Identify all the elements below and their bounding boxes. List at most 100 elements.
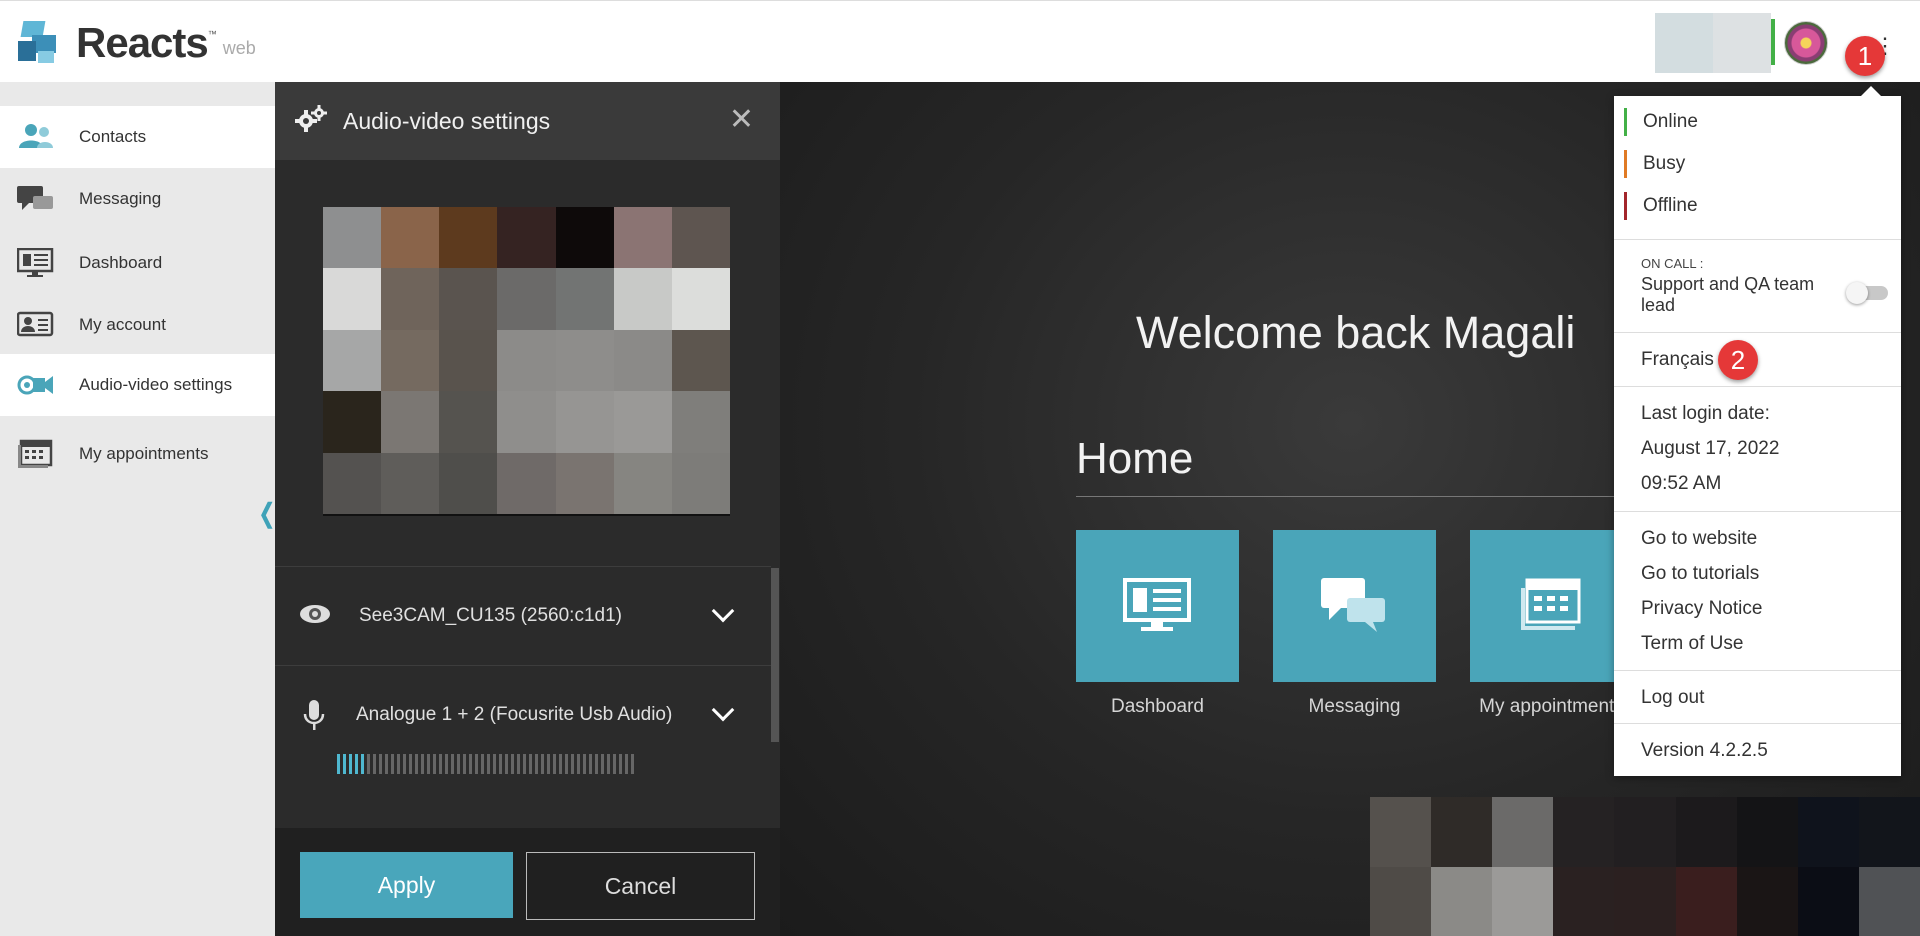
mic-level-segment — [577, 754, 580, 774]
mic-level-segment — [367, 754, 370, 774]
camera-name: See3CAM_CU135 (2560:c1d1) — [359, 605, 622, 626]
camera-icon — [17, 370, 55, 400]
panel-scrollbar[interactable] — [771, 568, 779, 742]
mic-level-segment — [457, 754, 460, 774]
panel-footer: Apply Cancel — [275, 828, 780, 936]
status-label: Offline — [1643, 195, 1698, 216]
tile-messaging[interactable] — [1273, 530, 1436, 682]
sidebar: Contacts Messaging Dashboard My account … — [0, 82, 278, 936]
sidebar-item-my-appointments[interactable]: My appointments — [0, 423, 275, 485]
mic-level-segment — [397, 754, 400, 774]
mic-level-segment — [373, 754, 376, 774]
welcome-message: Welcome back Magali — [1136, 307, 1576, 358]
menu-divider — [1614, 332, 1901, 333]
microphone-select[interactable]: Analogue 1 + 2 (Focusrite Usb Audio) — [275, 665, 771, 811]
tile-label: My appointments — [1479, 696, 1624, 717]
apply-button[interactable]: Apply — [300, 852, 513, 918]
mic-level-segment — [361, 754, 364, 774]
camera-select[interactable]: See3CAM_CU135 (2560:c1d1) — [275, 566, 771, 665]
sidebar-item-label: Audio-video settings — [79, 375, 233, 394]
panel-title: Audio-video settings — [343, 107, 551, 134]
camera-preview — [323, 207, 730, 516]
last-login-time: 09:52 AM — [1641, 473, 1722, 494]
chevron-down-icon[interactable] — [711, 599, 735, 623]
chevron-down-icon[interactable] — [711, 698, 735, 722]
settings-gears-icon — [295, 104, 327, 138]
mic-level-segment — [541, 754, 544, 774]
mic-level-segment — [487, 754, 490, 774]
privacy-notice-link[interactable]: Privacy Notice — [1641, 598, 1762, 620]
on-call-value: Support and QA team lead — [1641, 274, 1815, 315]
menu-divider — [1614, 511, 1901, 512]
reacts-logo[interactable]: Reacts ™ web — [18, 19, 256, 65]
logo-sub: web — [222, 38, 256, 58]
dashboard-icon — [1123, 578, 1191, 639]
video-preview-blurred — [1370, 797, 1920, 936]
sidebar-item-label: My appointments — [79, 444, 209, 463]
status-label: Busy — [1643, 153, 1686, 174]
status-indicator — [1771, 19, 1775, 65]
version-text: Version 4.2.2.5 — [1641, 740, 1768, 761]
mic-level-segment — [349, 754, 352, 774]
title-divider — [1076, 496, 1616, 497]
sidebar-item-dashboard[interactable]: Dashboard — [0, 232, 275, 294]
mic-level-segment — [559, 754, 562, 774]
self-video-thumbnail[interactable] — [1655, 13, 1771, 73]
avatar[interactable] — [1784, 21, 1828, 65]
terms-of-use-link[interactable]: Term of Use — [1641, 633, 1743, 655]
mic-level-segment — [481, 754, 484, 774]
mic-level-segment — [343, 754, 346, 774]
messaging-icon — [1321, 576, 1389, 639]
mic-level-segment — [499, 754, 502, 774]
sidebar-item-contacts[interactable]: Contacts — [0, 106, 275, 168]
sidebar-item-my-account[interactable]: My account — [0, 294, 275, 356]
calendar-icon — [1517, 578, 1585, 639]
on-call-label: ON CALL : — [1641, 256, 1704, 271]
mic-level-segment — [433, 754, 436, 774]
mic-level-segment — [391, 754, 394, 774]
status-offline[interactable]: Offline — [1624, 192, 1698, 220]
account-card-icon — [16, 310, 55, 340]
menu-divider — [1614, 386, 1901, 387]
mic-level-segment — [613, 754, 616, 774]
mic-level-segment — [625, 754, 628, 774]
mic-level-segment — [517, 754, 520, 774]
mic-level-segment — [337, 754, 340, 774]
dashboard-icon — [16, 247, 55, 278]
mic-level-segment — [469, 754, 472, 774]
mic-level-segment — [505, 754, 508, 774]
sidebar-item-label: My account — [79, 315, 166, 334]
go-to-tutorials-link[interactable]: Go to tutorials — [1641, 563, 1759, 585]
tile-dashboard[interactable] — [1076, 530, 1239, 682]
status-busy[interactable]: Busy — [1624, 150, 1685, 178]
mic-level-segment — [601, 754, 604, 774]
go-to-website-link[interactable]: Go to website — [1641, 528, 1757, 550]
mic-level-segment — [529, 754, 532, 774]
audio-video-settings-panel: Audio-video settings ✕ See3CAM_CU135 (25… — [275, 82, 780, 936]
status-online[interactable]: Online — [1624, 108, 1698, 136]
mic-level-segment — [421, 754, 424, 774]
close-icon[interactable]: ✕ — [729, 102, 754, 137]
language-switch-link[interactable]: Français — [1641, 349, 1714, 371]
mic-level-segment — [415, 754, 418, 774]
mic-level-segment — [589, 754, 592, 774]
step-badge-2: 2 — [1718, 340, 1758, 380]
sidebar-item-label: Contacts — [79, 127, 147, 146]
panel-header: Audio-video settings ✕ — [275, 82, 780, 160]
sidebar-item-messaging[interactable]: Messaging — [0, 168, 275, 230]
mic-level-segment — [463, 754, 466, 774]
microphone-icon — [303, 700, 325, 737]
cancel-button[interactable]: Cancel — [526, 852, 755, 920]
app-header: Reacts ™ web ⋮ 1 — [0, 0, 1920, 82]
tile-my-appointments[interactable] — [1470, 530, 1633, 682]
logo-mark-icon — [18, 19, 60, 65]
menu-divider — [1614, 723, 1901, 724]
sidebar-item-audio-video-settings[interactable]: Audio-video settings — [0, 354, 275, 416]
logout-link[interactable]: Log out — [1641, 687, 1704, 709]
mic-level-segment — [355, 754, 358, 774]
menu-divider — [1614, 670, 1901, 671]
on-call-toggle[interactable] — [1846, 282, 1888, 304]
mic-level-segment — [535, 754, 538, 774]
mic-level-segment — [553, 754, 556, 774]
mic-level-segment — [571, 754, 574, 774]
